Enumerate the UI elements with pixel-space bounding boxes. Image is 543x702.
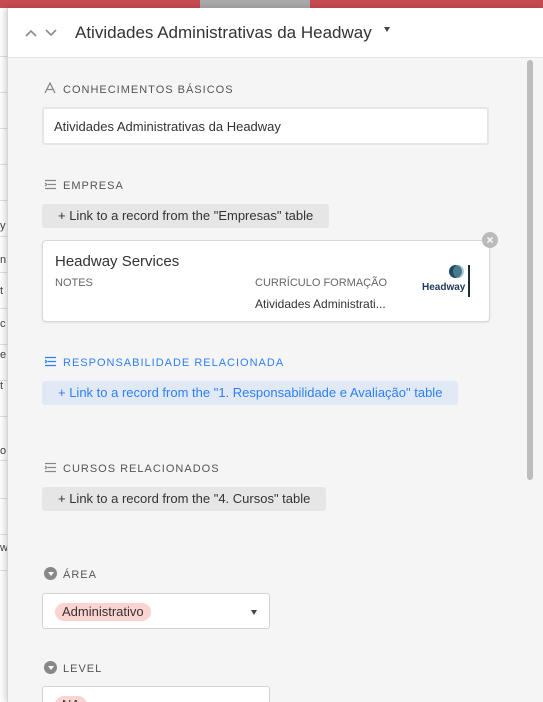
area-select[interactable]: Administrativo: [42, 593, 270, 629]
linked-record-card[interactable]: Headway Services NOTES CURRÍCULO FORMAÇÃ…: [42, 240, 490, 322]
chevron-down-icon[interactable]: [43, 23, 59, 41]
link-empresas-button[interactable]: + Link to a record from the "Empresas" t…: [42, 204, 330, 228]
field-label-text: LEVEL: [63, 663, 103, 675]
level-option-pill: NA: [55, 696, 88, 702]
logo-bar: [468, 265, 470, 297]
linked-record-icon: [44, 179, 57, 191]
field-label-text: EMPRESA: [63, 180, 124, 192]
level-select[interactable]: NA: [42, 686, 270, 702]
chevron-down-icon: [251, 610, 257, 615]
conhecimentos-input[interactable]: Atividades Administrativas da Headway: [42, 107, 489, 145]
background-header-strip: [0, 0, 543, 8]
field-label-text: ÁREA: [63, 569, 97, 581]
record-title[interactable]: Atividades Administrativas da Headway: [75, 23, 372, 43]
area-option-pill: Administrativo: [55, 603, 151, 621]
background-tab: [200, 0, 310, 8]
link-cursos-button[interactable]: + Link to a record from the "4. Cursos" …: [42, 487, 327, 511]
card-col-header-notes: NOTES: [55, 277, 93, 289]
text-field-icon: [44, 81, 57, 94]
close-icon[interactable]: ×: [482, 232, 498, 248]
scrollbar[interactable]: [527, 60, 533, 480]
field-label-text: RESPONSABILIDADE RELACIONADA: [63, 357, 285, 369]
expanded-record-panel: Atividades Administrativas da Headway CO…: [7, 8, 543, 702]
card-col-value-curriculo: Atividades Administrati...: [255, 297, 386, 311]
company-logo: Headway: [419, 263, 473, 299]
field-label-level: LEVEL: [44, 661, 102, 677]
chevron-up-icon[interactable]: [23, 23, 39, 41]
field-label-empresa: EMPRESA: [44, 178, 124, 194]
logo-wordmark: Headway: [422, 282, 466, 293]
card-record-name: Headway Services: [55, 253, 180, 270]
field-label-cursos: CURSOS RELACIONADOS: [44, 461, 220, 477]
single-select-icon: [44, 661, 57, 674]
logo-mark: [453, 265, 464, 278]
title-dropdown-caret-icon[interactable]: [384, 27, 390, 32]
field-label-area: ÁREA: [44, 567, 97, 583]
single-select-icon: [44, 567, 57, 580]
background-tab: [310, 0, 543, 8]
card-col-header-curriculo: CURRÍCULO FORMAÇÃO: [255, 277, 388, 289]
linked-record-icon: [44, 356, 57, 368]
field-label-text: CURSOS RELACIONADOS: [63, 463, 220, 475]
link-responsabilidade-button[interactable]: + Link to a record from the "1. Responsa…: [42, 381, 459, 405]
linked-record-icon: [44, 462, 57, 474]
field-label-responsabilidade: RESPONSABILIDADE RELACIONADA: [44, 355, 284, 371]
background-tab: [0, 0, 200, 8]
record-header: Atividades Administrativas da Headway: [8, 8, 543, 58]
field-label-conhecimentos: CONHECIMENTOS BÁSICOS: [44, 81, 234, 98]
field-label-text: CONHECIMENTOS BÁSICOS: [63, 84, 234, 96]
